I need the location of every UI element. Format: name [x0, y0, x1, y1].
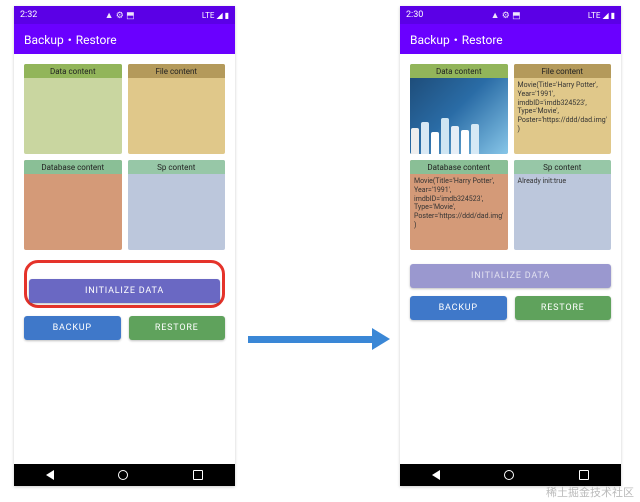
nav-back-icon[interactable]: [46, 470, 54, 480]
nav-recent-icon[interactable]: [193, 470, 203, 480]
status-bar: 2:32 ▲ ⚙ ⬒ LTE ◢ ▮: [14, 6, 235, 24]
nav-recent-icon[interactable]: [579, 470, 589, 480]
restore-button[interactable]: RESTORE: [129, 316, 226, 340]
android-nav-bar: [400, 464, 621, 486]
backup-button[interactable]: BACKUP: [410, 296, 507, 320]
status-net: LTE ◢ ▮: [202, 11, 229, 20]
app-bar: Backup・Restore: [400, 24, 621, 54]
status-time: 2:30: [406, 10, 423, 20]
phone-before: 2:32 ▲ ⚙ ⬒ LTE ◢ ▮ Backup・Restore Data c…: [14, 6, 235, 486]
status-icons: ▲ ⚙ ⬒: [105, 10, 135, 21]
card-header: File content: [128, 64, 226, 78]
initialize-data-button[interactable]: INITIALIZE DATA: [29, 279, 220, 303]
status-icons: ▲ ⚙ ⬒: [491, 10, 521, 21]
nav-home-icon[interactable]: [504, 470, 514, 480]
card-data-content: Data content: [24, 64, 122, 154]
restore-button[interactable]: RESTORE: [515, 296, 612, 320]
card-header: Sp content: [128, 160, 226, 174]
highlight-ring: INITIALIZE DATA: [24, 260, 225, 308]
card-data-content: Data content: [410, 64, 508, 154]
initialize-data-button: INITIALIZE DATA: [410, 264, 611, 288]
app-title: Backup・Restore: [410, 31, 503, 48]
status-net: LTE ◢ ▮: [588, 11, 615, 20]
sp-content-text: Already init:true: [514, 174, 612, 250]
card-database-content: Database content: [24, 160, 122, 250]
card-file-content: File content: [128, 64, 226, 154]
transition-arrow: [248, 328, 390, 350]
status-bar: 2:30 ▲ ⚙ ⬒ LTE ◢ ▮: [400, 6, 621, 24]
nav-home-icon[interactable]: [118, 470, 128, 480]
movie-poster-image: [410, 78, 508, 154]
app-bar: Backup・Restore: [14, 24, 235, 54]
card-sp-content: Sp content: [128, 160, 226, 250]
card-header: Database content: [410, 160, 508, 174]
card-header: Data content: [410, 64, 508, 78]
android-nav-bar: [14, 464, 235, 486]
file-content-text: Movie(Title='Harry Potter', Year='1991',…: [514, 78, 612, 154]
db-content-text: Movie(Title='Harry Potter', Year='1991',…: [410, 174, 508, 250]
card-file-content: File content Movie(Title='Harry Potter',…: [514, 64, 612, 154]
phone-after: 2:30 ▲ ⚙ ⬒ LTE ◢ ▮ Backup・Restore Data c…: [400, 6, 621, 486]
card-header: Sp content: [514, 160, 612, 174]
card-header: Data content: [24, 64, 122, 78]
app-title: Backup・Restore: [24, 31, 117, 48]
watermark-text: 稀土掘金技术社区: [546, 484, 634, 500]
nav-back-icon[interactable]: [432, 470, 440, 480]
card-database-content: Database content Movie(Title='Harry Pott…: [410, 160, 508, 250]
backup-button[interactable]: BACKUP: [24, 316, 121, 340]
card-sp-content: Sp content Already init:true: [514, 160, 612, 250]
status-time: 2:32: [20, 10, 37, 20]
card-header: Database content: [24, 160, 122, 174]
card-header: File content: [514, 64, 612, 78]
